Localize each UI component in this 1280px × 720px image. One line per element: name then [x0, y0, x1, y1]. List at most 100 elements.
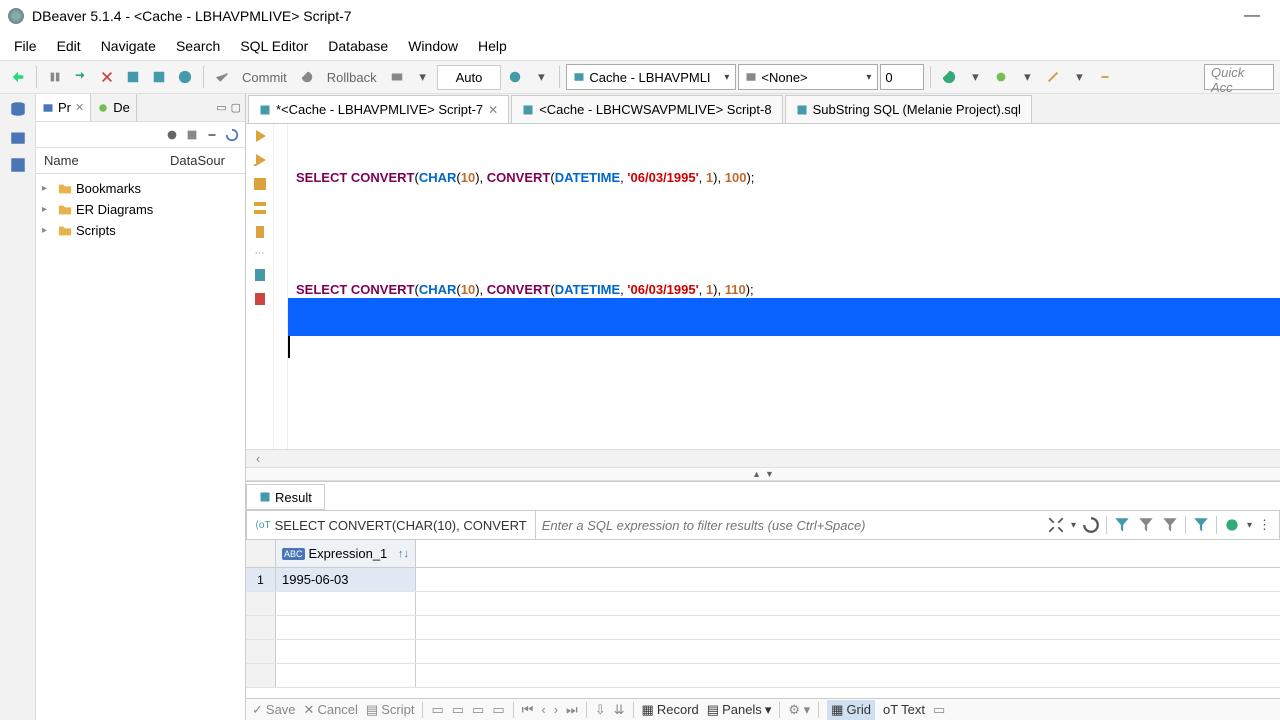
- rownum-header[interactable]: [246, 540, 276, 567]
- panels-toggle[interactable]: ▤ Panels ▾: [707, 702, 772, 718]
- nav-tab-projects[interactable]: Pr ✕: [36, 94, 91, 121]
- save-icon[interactable]: [252, 291, 268, 307]
- fetch-all-icon[interactable]: ⇊: [614, 702, 625, 718]
- menu-window[interactable]: Window: [400, 34, 466, 58]
- record-toggle[interactable]: ▦ Record: [642, 702, 699, 718]
- config-icon[interactable]: [1223, 516, 1241, 534]
- dropdown-arrow-icon[interactable]: ▾: [1247, 520, 1252, 531]
- refresh-nav-icon[interactable]: [225, 128, 239, 142]
- link-editor-icon[interactable]: [205, 128, 219, 142]
- tree-item-scripts[interactable]: ▸ Scripts: [36, 220, 245, 241]
- editor-tab-script8[interactable]: <Cache - LBHCWSAVPMLIVE> Script-8: [511, 95, 782, 123]
- close-icon[interactable]: ✕: [488, 103, 498, 117]
- last-icon[interactable]: ⏭: [566, 702, 578, 718]
- refresh-icon[interactable]: [937, 65, 961, 89]
- gear-icon[interactable]: [165, 128, 179, 142]
- editor-tab-script7[interactable]: *<Cache - LBHAVPMLIVE> Script-7 ✕: [248, 95, 509, 123]
- menu-navigate[interactable]: Navigate: [93, 34, 164, 58]
- dropdown-arrow-icon[interactable]: ▾: [411, 65, 435, 89]
- column-header[interactable]: ABCExpression_1 ↑↓: [276, 540, 416, 567]
- execute-script-icon[interactable]: [252, 152, 268, 168]
- projects-icon[interactable]: [9, 128, 27, 146]
- filter-custom-icon[interactable]: [1161, 516, 1179, 534]
- horizontal-scrollbar[interactable]: ‹: [246, 449, 1280, 467]
- close-icon[interactable]: ✕: [75, 101, 84, 114]
- connection-combo[interactable]: Cache - LBHAVPMLI ▾: [566, 64, 736, 90]
- commit-label[interactable]: Commit: [236, 70, 293, 85]
- export-icon[interactable]: [252, 224, 268, 240]
- copy-row-icon[interactable]: ▭: [452, 702, 464, 718]
- sql-editor[interactable]: SELECT CONVERT(CHAR(10), CONVERT(DATETIM…: [288, 124, 1280, 449]
- script-button[interactable]: ▤ Script: [366, 702, 415, 718]
- disconnect-icon[interactable]: [69, 65, 93, 89]
- grid-view-button[interactable]: ▦ Grid: [827, 700, 875, 720]
- counter-input[interactable]: [880, 64, 924, 90]
- config-icon[interactable]: ⚙ ▾: [788, 702, 810, 718]
- filter-save-icon[interactable]: [1192, 516, 1210, 534]
- load-icon[interactable]: [252, 267, 268, 283]
- menu-edit[interactable]: Edit: [49, 34, 89, 58]
- nav-tab-de[interactable]: De: [91, 94, 137, 121]
- nav-col-name[interactable]: Name: [36, 153, 166, 168]
- more-icon[interactable]: ▭: [933, 702, 945, 718]
- fetch-icon[interactable]: ⇩: [595, 702, 606, 718]
- minimize-panel-icon[interactable]: ▭: [216, 101, 226, 114]
- new-sql-icon[interactable]: [173, 65, 197, 89]
- link-icon[interactable]: [1093, 65, 1117, 89]
- filter-input[interactable]: [536, 511, 1039, 539]
- dropdown-arrow-icon[interactable]: ▾: [963, 65, 987, 89]
- schema-combo[interactable]: <None> ▾: [738, 64, 878, 90]
- filter-icon[interactable]: [1113, 516, 1131, 534]
- execute-new-tab-icon[interactable]: [252, 176, 268, 192]
- dropdown-arrow-icon[interactable]: ▾: [1071, 520, 1076, 531]
- add-row-icon[interactable]: ▭: [431, 702, 443, 718]
- menu-help[interactable]: Help: [470, 34, 515, 58]
- tree-item-er-diagrams[interactable]: ▸ ER Diagrams: [36, 199, 245, 220]
- tool-icon[interactable]: [989, 65, 1013, 89]
- db-nav-icon[interactable]: [9, 100, 27, 118]
- menu-icon[interactable]: ⋮: [1258, 517, 1271, 533]
- templates-icon[interactable]: [9, 156, 27, 174]
- collapse-icon[interactable]: [185, 128, 199, 142]
- rollback-icon[interactable]: [295, 65, 319, 89]
- grid-cell[interactable]: 1995-06-03: [276, 568, 416, 591]
- dropdown-arrow-icon[interactable]: ▾: [1067, 65, 1091, 89]
- quick-access-input[interactable]: Quick Acc: [1204, 64, 1274, 90]
- txn-log-icon[interactable]: [503, 65, 527, 89]
- minimize-button[interactable]: —: [1232, 7, 1272, 25]
- save-button[interactable]: ✓ Save: [252, 702, 296, 718]
- splitter[interactable]: ▲▼: [246, 467, 1280, 481]
- expand-icon[interactable]: [1047, 516, 1065, 534]
- sql-editor-icon[interactable]: [121, 65, 145, 89]
- next-icon[interactable]: ›: [554, 702, 558, 717]
- result-tab[interactable]: Result: [246, 484, 325, 510]
- first-icon[interactable]: ⏮: [522, 702, 534, 718]
- cancel-button[interactable]: ✕ Cancel: [304, 702, 358, 718]
- apply-icon[interactable]: [1082, 516, 1100, 534]
- tool2-icon[interactable]: [1041, 65, 1065, 89]
- prev-icon[interactable]: ‹: [541, 702, 545, 717]
- filter-remove-icon[interactable]: [1137, 516, 1155, 534]
- tree-item-bookmarks[interactable]: ▸ Bookmarks: [36, 178, 245, 199]
- execute-icon[interactable]: [252, 128, 268, 144]
- grid-row[interactable]: 1 1995-06-03: [246, 568, 1280, 592]
- dropdown-arrow-icon[interactable]: ▾: [529, 65, 553, 89]
- menu-file[interactable]: File: [6, 34, 45, 58]
- auto-commit-toggle[interactable]: Auto: [437, 65, 502, 90]
- nav-col-datasource[interactable]: DataSour: [166, 153, 245, 168]
- dropdown-arrow-icon[interactable]: ▾: [1015, 65, 1039, 89]
- menu-search[interactable]: Search: [168, 34, 228, 58]
- delete-row-icon[interactable]: ▭: [472, 702, 484, 718]
- rollback-label[interactable]: Rollback: [321, 70, 383, 85]
- menu-sql-editor[interactable]: SQL Editor: [232, 34, 316, 58]
- txn-mode-icon[interactable]: [385, 65, 409, 89]
- edit-row-icon[interactable]: ▭: [492, 702, 504, 718]
- explain-icon[interactable]: [252, 200, 268, 216]
- commit-icon[interactable]: [210, 65, 234, 89]
- editor-tab-substring[interactable]: SubString SQL (Melanie Project).sql: [785, 95, 1032, 123]
- text-view-button[interactable]: oT Text: [883, 702, 925, 717]
- invalidate-icon[interactable]: [95, 65, 119, 89]
- new-connection-icon[interactable]: [6, 65, 30, 89]
- menu-database[interactable]: Database: [320, 34, 396, 58]
- connect-icon[interactable]: [43, 65, 67, 89]
